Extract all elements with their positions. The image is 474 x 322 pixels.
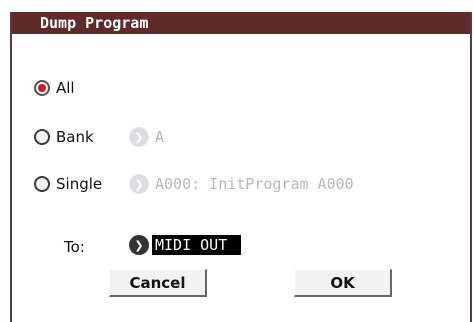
dialog-title: Dump Program [40,14,149,32]
single-label: Single [56,175,103,193]
ok-button[interactable]: OK [294,269,392,297]
cancel-button[interactable]: Cancel [109,269,207,297]
to-value: MIDI OUT [152,235,242,255]
all-label: All [56,79,75,97]
to-label: To: [64,238,85,256]
to-popup[interactable]: ❯ MIDI OUT [129,233,242,257]
dialog-titlebar: Dump Program [12,12,470,34]
all-radio[interactable] [34,80,50,96]
option-all[interactable]: All [34,76,75,100]
bank-label: Bank [56,128,94,146]
chevron-right-icon[interactable]: ❯ [129,235,149,255]
bank-popup[interactable]: ❯ A [129,125,164,149]
option-bank[interactable]: Bank [34,125,94,149]
single-radio[interactable] [34,176,50,192]
dump-program-dialog: Dump Program All Bank ❯ A Single ❯ A000:… [10,12,472,322]
chevron-right-icon[interactable]: ❯ [129,174,149,194]
bank-radio[interactable] [34,129,50,145]
chevron-right-icon[interactable]: ❯ [129,127,149,147]
single-value: A000: InitProgram A000 [155,175,354,193]
bank-value: A [155,128,165,146]
option-single[interactable]: Single [34,172,102,196]
single-popup[interactable]: ❯ A000: InitProgram A000 [129,172,354,196]
